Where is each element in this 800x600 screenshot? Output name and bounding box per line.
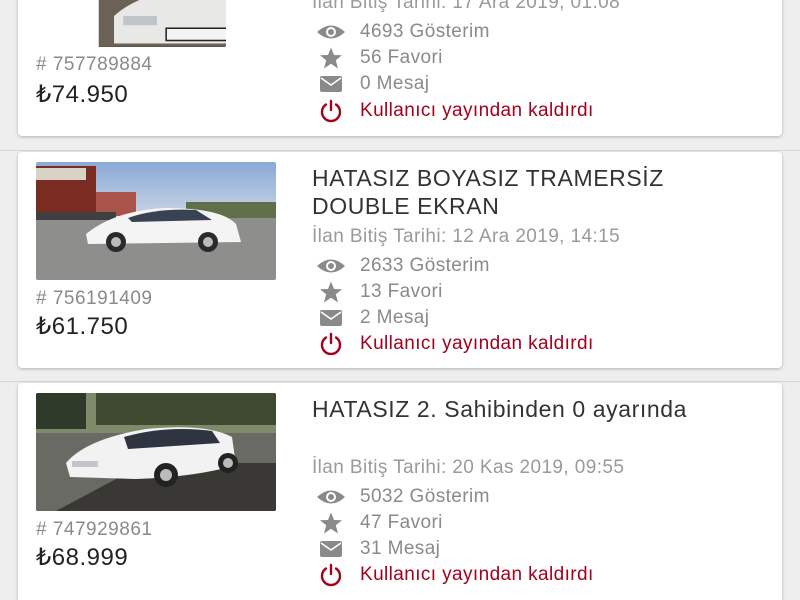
- views-stat: 4693 Gösterim: [316, 20, 490, 44]
- favorites-count: 56 Favori: [360, 47, 443, 68]
- status-label: Kullanıcı yayından kaldırdı: [360, 333, 594, 354]
- status-label: Kullanıcı yayından kaldırdı: [360, 100, 594, 121]
- favorites-stat: 13 Favori: [316, 280, 443, 304]
- favorites-count: 13 Favori: [360, 281, 443, 302]
- favorites-count: 47 Favori: [360, 512, 443, 533]
- messages-stat: 2 Mesaj: [316, 306, 429, 330]
- power-icon: [316, 332, 346, 356]
- listing-card[interactable]: # 756191409 ₺61.750 HATASIZ BOYASIZ TRAM…: [18, 152, 782, 368]
- views-count: 2633 Gösterim: [360, 255, 490, 276]
- views-stat: 2633 Gösterim: [316, 254, 490, 278]
- listing-status: Kullanıcı yayından kaldırdı: [316, 98, 594, 124]
- views-count: 5032 Gösterim: [360, 486, 490, 507]
- power-icon: [316, 99, 346, 123]
- messages-count: 31 Mesaj: [360, 538, 441, 559]
- listing-price: ₺68.999: [36, 544, 129, 571]
- views-stat: 5032 Gösterim: [316, 485, 490, 509]
- listing-title[interactable]: HATASIZ BOYASIZ TRAMERSİZ DOUBLE EKRAN: [312, 164, 762, 220]
- listing-title[interactable]: HATASIZ 2. Sahibinden 0 ayarında: [312, 395, 762, 423]
- listing-id: # 757789884: [36, 54, 153, 75]
- listing-photo[interactable]: [36, 393, 276, 511]
- envelope-icon: [316, 307, 346, 329]
- star-icon: [316, 47, 346, 69]
- listing-end-date: İlan Bitiş Tarihi: 12 Ara 2019, 14:15: [312, 226, 621, 247]
- divider: [0, 150, 800, 151]
- views-count: 4693 Gösterim: [360, 21, 490, 42]
- messages-count: 2 Mesaj: [360, 307, 430, 328]
- envelope-icon: [316, 73, 346, 95]
- favorites-stat: 47 Favori: [316, 511, 443, 535]
- eye-icon: [316, 21, 346, 43]
- messages-stat: 31 Mesaj: [316, 537, 440, 561]
- listing-card[interactable]: # 747929861 ₺68.999 HATASIZ 2. Sahibinde…: [18, 383, 782, 600]
- listing-end-date: İlan Bitiş Tarihi: 20 Kas 2019, 09:55: [312, 457, 625, 478]
- eye-icon: [316, 486, 346, 508]
- star-icon: [316, 281, 346, 303]
- envelope-icon: [316, 538, 346, 560]
- messages-stat: 0 Mesaj: [316, 72, 429, 96]
- listing-price: ₺61.750: [36, 313, 129, 340]
- power-icon: [316, 563, 346, 587]
- listing-card[interactable]: # 757789884 ₺74.950 İlan Bitiş Tarihi: 1…: [18, 0, 782, 136]
- listing-photo[interactable]: [36, 162, 276, 280]
- listing-photo[interactable]: [86, 0, 226, 47]
- messages-count: 0 Mesaj: [360, 73, 430, 94]
- eye-icon: [316, 255, 346, 277]
- listing-id: # 756191409: [36, 288, 153, 309]
- divider: [0, 381, 800, 382]
- listing-status: Kullanıcı yayından kaldırdı: [316, 331, 594, 357]
- listing-end-date: İlan Bitiş Tarihi: 17 Ara 2019, 01:08: [312, 0, 621, 13]
- star-icon: [316, 512, 346, 534]
- listing-list: # 757789884 ₺74.950 İlan Bitiş Tarihi: 1…: [0, 0, 800, 600]
- listing-id: # 747929861: [36, 519, 153, 540]
- favorites-stat: 56 Favori: [316, 46, 443, 70]
- status-label: Kullanıcı yayından kaldırdı: [360, 564, 594, 585]
- listing-status: Kullanıcı yayından kaldırdı: [316, 562, 594, 588]
- listing-price: ₺74.950: [36, 81, 129, 108]
